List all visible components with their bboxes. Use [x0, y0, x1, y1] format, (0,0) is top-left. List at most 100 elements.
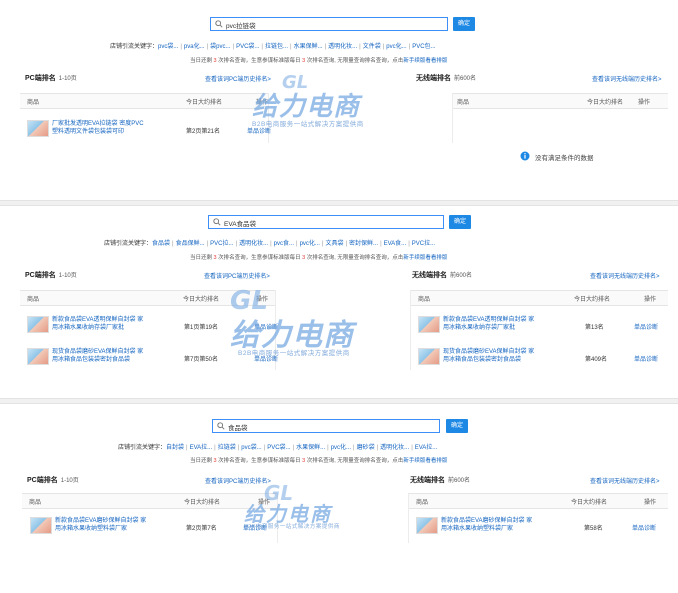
- wireless-rank-title: 无线端排名 前600名: [412, 270, 472, 280]
- section-title: 无线端排名: [416, 75, 451, 82]
- product-thumbnail[interactable]: [418, 316, 440, 333]
- search-submit-button[interactable]: 确定: [446, 419, 468, 433]
- search-input[interactable]: EVA食品袋: [208, 215, 444, 229]
- section-title: PC端排名: [25, 272, 56, 279]
- keyword-link[interactable]: 透明化妆...: [380, 445, 409, 451]
- keyword-link[interactable]: EVA食...: [384, 241, 407, 247]
- query-quota-note: 当日还剩 3 次排名查询，生意参谋标准版每日 3 次排名查询, 无限量查询排名查…: [190, 56, 447, 64]
- product-thumbnail[interactable]: [30, 517, 52, 534]
- upgrade-link[interactable]: 新手续版看看排版: [403, 58, 447, 64]
- product-link[interactable]: 厂家批发透明EVA拉链袋 密度PVC塑料透明文件袋包装袋可印: [52, 120, 147, 136]
- pc-rank-title: PC端排名 1-10页: [27, 475, 79, 485]
- keyword-link[interactable]: 拉链袋: [218, 445, 236, 451]
- keyword-link[interactable]: pvc袋...: [158, 44, 178, 50]
- col-product: 商品: [416, 500, 429, 506]
- pc-rank-value: 第1页第19名: [184, 325, 219, 331]
- keyword-link[interactable]: pvc化...: [300, 241, 320, 247]
- keyword-link[interactable]: EVA拉...: [190, 445, 213, 451]
- keyword-link[interactable]: PVC包...: [412, 44, 435, 50]
- keyword-link[interactable]: 透明化妆...: [239, 241, 268, 247]
- upgrade-link[interactable]: 新手续版看看排版: [403, 458, 447, 464]
- pc-rank-value: 第2页第21名: [186, 129, 221, 135]
- diagnose-link[interactable]: 单品诊断: [632, 523, 656, 532]
- keyword-link[interactable]: PVC拉...: [412, 241, 435, 247]
- keyword-link[interactable]: pvc化...: [331, 445, 351, 451]
- search-submit-button[interactable]: 确定: [449, 215, 471, 229]
- col-action: 操作: [638, 100, 651, 106]
- keywords-line: 店铺引流关键字：食品袋 | 食品保鲜... | PVC拉... | 透明化妆... | pvc食…: [104, 241, 436, 247]
- note-text: 次排名查询, 无限量查询排名查询，点击: [305, 58, 404, 64]
- keyword-link[interactable]: pva化...: [184, 44, 205, 50]
- wireless-table-header: 商品 今日大约排名 操作: [452, 93, 668, 109]
- keywords-label: 店铺引流关键字：: [118, 445, 167, 451]
- keyword-link[interactable]: 文件袋: [363, 44, 381, 50]
- note-text: 次排名查询，生意参谋标准版每日: [216, 255, 303, 261]
- keyword-link[interactable]: 袋pvc...: [210, 44, 230, 50]
- diagnose-link[interactable]: 单品诊断: [247, 126, 271, 135]
- product-thumbnail[interactable]: [27, 316, 49, 333]
- wireless-history-link[interactable]: 查看该词无线端历史排名>: [590, 271, 660, 280]
- info-icon: [520, 151, 530, 161]
- note-text: 次排名查询，生意参谋标准版每日: [216, 58, 303, 64]
- keyword-link[interactable]: 磨砂袋: [357, 445, 375, 451]
- col-product: 商品: [418, 297, 431, 303]
- keyword-link[interactable]: 水果保鲜...: [294, 44, 323, 50]
- product-thumbnail[interactable]: [27, 348, 49, 365]
- keyword-link[interactable]: pvc化...: [386, 44, 406, 50]
- note-text: 次排名查询，生意参谋标准版每日: [216, 458, 303, 464]
- search-value: 食品袋: [228, 425, 248, 432]
- pc-history-link[interactable]: 查看该词PC端历史排名>: [205, 74, 271, 83]
- diagnose-link[interactable]: 单品诊断: [634, 354, 658, 363]
- search-input[interactable]: 食品袋: [212, 419, 440, 433]
- keyword-link[interactable]: 拉链包...: [265, 44, 288, 50]
- upgrade-link[interactable]: 新手续版看看排版: [403, 255, 447, 261]
- pc-history-link[interactable]: 查看该词PC端历史排名>: [205, 476, 271, 485]
- diagnose-link[interactable]: 单品诊断: [243, 523, 267, 532]
- watermark-logo-mark: GL: [264, 484, 293, 502]
- note-text: 当日还剩: [190, 58, 214, 64]
- keyword-link[interactable]: pvc食...: [274, 241, 294, 247]
- search-input[interactable]: pvc拉链袋: [210, 17, 448, 31]
- pc-history-link[interactable]: 查看该词PC端历史排名>: [204, 271, 270, 280]
- product-thumbnail[interactable]: [27, 120, 49, 137]
- product-link[interactable]: 现货食品袋磨砂EVA保鲜自封袋 家用冰箱食品包装袋密封食品袋: [443, 348, 538, 364]
- product-thumbnail[interactable]: [416, 517, 438, 534]
- col-action: 操作: [644, 500, 657, 506]
- search-value: EVA食品袋: [224, 221, 257, 228]
- pc-rank-value: 第2页第7名: [186, 526, 217, 532]
- product-link[interactable]: 现货食品袋磨砂EVA保鲜自封袋 家用冰箱食品包装袋密封食品袋: [52, 348, 147, 364]
- keyword-link[interactable]: 水果保鲜...: [296, 445, 325, 451]
- search-submit-button[interactable]: 确定: [453, 17, 475, 31]
- keyword-link[interactable]: PVC袋...: [236, 44, 259, 50]
- wireless-history-link[interactable]: 查看该词无线端历史排名>: [590, 476, 660, 485]
- col-rank: 今日大约排名: [183, 297, 220, 303]
- keyword-link[interactable]: 密封保鲜...: [349, 241, 378, 247]
- col-action: 操作: [256, 297, 269, 303]
- section-subtitle: 1-10页: [58, 273, 77, 279]
- search-icon: [217, 422, 225, 430]
- diagnose-link[interactable]: 单品诊断: [254, 354, 278, 363]
- keyword-link[interactable]: 食品袋: [152, 241, 170, 247]
- col-action: 操作: [256, 100, 269, 106]
- rank-panel-1: pvc拉链袋 确定 店铺引流关键字：pvc袋... | pva化... | 袋pvc..…: [0, 0, 678, 200]
- wireless-empty-message: 没有满足条件的数据: [535, 155, 594, 162]
- search-value: pvc拉链袋: [226, 23, 256, 30]
- keyword-link[interactable]: 食品保鲜...: [176, 241, 205, 247]
- product-link[interactable]: 新款食品袋EVA磨砂保鲜自封袋 家用冰箱水果收纳塑料袋厂家: [441, 517, 536, 533]
- product-link[interactable]: 新款食品袋EVA透明保鲜自封袋 家用冰箱水果收纳存袋厂家批: [52, 316, 147, 332]
- section-subtitle: 前600名: [454, 76, 477, 82]
- diagnose-link[interactable]: 单品诊断: [254, 322, 278, 331]
- keyword-link[interactable]: EVA拉...: [415, 445, 438, 451]
- wireless-history-link[interactable]: 查看该词无线端历史排名>: [592, 74, 662, 83]
- keyword-link[interactable]: 文具袋: [325, 241, 343, 247]
- keyword-link[interactable]: 自封袋: [166, 445, 184, 451]
- keyword-link[interactable]: pvc袋...: [241, 445, 261, 451]
- diagnose-link[interactable]: 单品诊断: [634, 322, 658, 331]
- product-thumbnail[interactable]: [418, 348, 440, 365]
- keyword-link[interactable]: PVC拉...: [210, 241, 233, 247]
- product-link[interactable]: 新款食品袋EVA透明保鲜自封袋 家用冰箱水果收纳存袋厂家批: [443, 316, 538, 332]
- note-text: 当日还剩: [190, 255, 214, 261]
- product-link[interactable]: 新款食品袋EVA磨砂保鲜自封袋 家用冰箱水果收纳塑料袋厂家: [55, 517, 150, 533]
- keyword-link[interactable]: PVC袋...: [267, 445, 290, 451]
- keyword-link[interactable]: 透明化妆...: [328, 44, 357, 50]
